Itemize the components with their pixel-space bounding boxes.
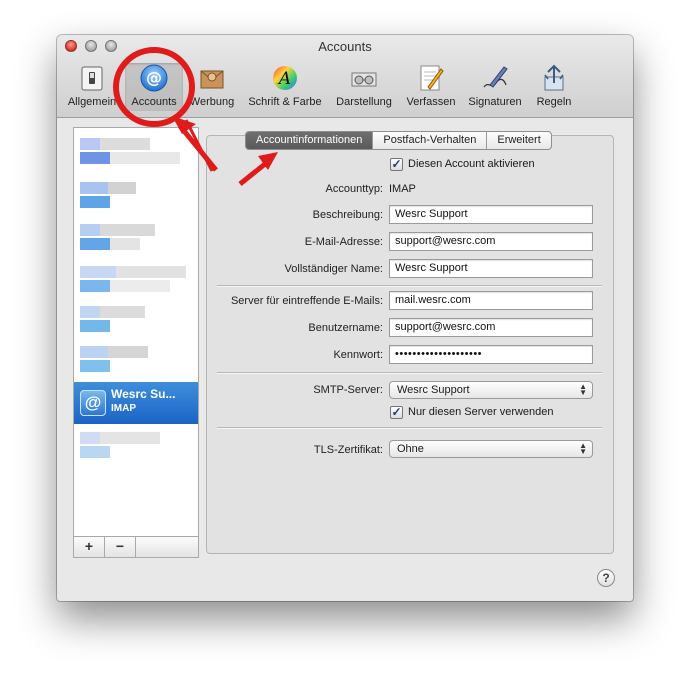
list-item-selected[interactable]: @ Wesrc Su... IMAP (74, 382, 198, 424)
at-sign-icon: @ (80, 390, 106, 416)
toolbar-item-werbung[interactable]: Werbung (185, 63, 239, 111)
list-controls: + − (74, 536, 198, 557)
svg-text:@: @ (146, 68, 162, 87)
font-color-icon: A (270, 63, 300, 93)
account-type-label: Accounttyp: (325, 183, 383, 195)
smtp-server-select[interactable]: Wesrc Support ▲ ▼ (389, 381, 593, 399)
tab-postfach-verhalten[interactable]: Postfach-Verhalten (373, 132, 488, 149)
email-field[interactable]: support@wesrc.com (389, 232, 593, 251)
email-label: E-Mail-Adresse: (304, 236, 383, 248)
description-label: Beschreibung: (312, 209, 383, 221)
only-server-label: Nur diesen Server verwenden (408, 406, 554, 418)
tls-certificate-select[interactable]: Ohne ▲ ▼ (389, 440, 593, 458)
password-label: Kennwort: (333, 349, 383, 361)
toolbar-item-regeln[interactable]: Regeln (529, 63, 579, 111)
toolbar-item-accounts[interactable]: @ Accounts (125, 63, 183, 111)
switch-icon (77, 63, 107, 93)
tls-certificate-value: Ohne (397, 443, 424, 455)
accounts-window: Accounts Allgemein @ Accounts Werbung A … (57, 35, 633, 601)
list-item[interactable] (74, 218, 198, 258)
toolbar-item-darstellung[interactable]: Darstellung (331, 63, 397, 111)
list-item[interactable] (74, 260, 198, 300)
titlebar: Accounts Allgemein @ Accounts Werbung A … (57, 35, 633, 118)
password-field[interactable]: •••••••••••••••••••• (389, 345, 593, 364)
toolbar-item-schrift-farbe[interactable]: A Schrift & Farbe (243, 63, 327, 111)
signature-pen-icon (480, 63, 510, 93)
smtp-label: SMTP-Server: (313, 384, 383, 396)
window-title: Accounts (318, 39, 372, 54)
tls-label: TLS-Zertifikat: (313, 444, 383, 456)
list-item[interactable] (74, 300, 198, 340)
rules-arrows-icon (539, 63, 569, 93)
enable-account-checkbox[interactable]: ✓ (390, 158, 403, 171)
toolbar-item-signaturen[interactable]: Signaturen (463, 63, 527, 111)
tab-bar: Accountinformationen Postfach-Verhalten … (245, 131, 552, 150)
toolbar-item-allgemein[interactable]: Allgemein (63, 63, 121, 111)
glasses-icon (349, 63, 379, 93)
account-type: IMAP (111, 403, 136, 414)
description-field[interactable]: Wesrc Support (389, 205, 593, 224)
compose-pencil-icon (416, 63, 446, 93)
enable-account-label: Diesen Account aktivieren (408, 158, 535, 170)
tab-accountinformationen[interactable]: Accountinformationen (246, 132, 374, 149)
account-name: Wesrc Su... (111, 387, 176, 401)
list-item[interactable] (74, 428, 198, 468)
smtp-server-value: Wesrc Support (397, 384, 470, 396)
incoming-server-field[interactable]: mail.wesrc.com (389, 291, 593, 310)
add-account-button[interactable]: + (74, 537, 105, 557)
divider (217, 285, 602, 287)
at-sign-icon: @ (139, 63, 169, 93)
remove-account-button[interactable]: − (105, 537, 136, 557)
list-item[interactable] (74, 340, 198, 380)
incoming-server-label: Server für eintreffende E-Mails: (230, 295, 383, 307)
updown-arrows-icon: ▲ ▼ (579, 441, 587, 456)
junk-mail-icon (197, 63, 227, 93)
fullname-label: Vollständiger Name: (284, 263, 383, 275)
username-label: Benutzername: (308, 322, 383, 334)
account-type-value: IMAP (389, 183, 416, 195)
list-item[interactable] (74, 132, 198, 172)
list-item[interactable] (74, 176, 198, 216)
only-server-checkbox[interactable]: ✓ (390, 406, 403, 419)
help-button[interactable]: ? (597, 569, 615, 587)
svg-text:A: A (277, 69, 291, 89)
divider (217, 427, 602, 429)
divider (217, 372, 602, 374)
toolbar-item-verfassen[interactable]: Verfassen (401, 63, 461, 111)
account-list: @ Wesrc Su... IMAP + − (73, 127, 199, 558)
username-field[interactable]: support@wesrc.com (389, 318, 593, 337)
fullname-field[interactable]: Wesrc Support (389, 259, 593, 278)
updown-arrows-icon: ▲ ▼ (579, 382, 587, 397)
tab-erweitert[interactable]: Erweitert (487, 132, 550, 149)
